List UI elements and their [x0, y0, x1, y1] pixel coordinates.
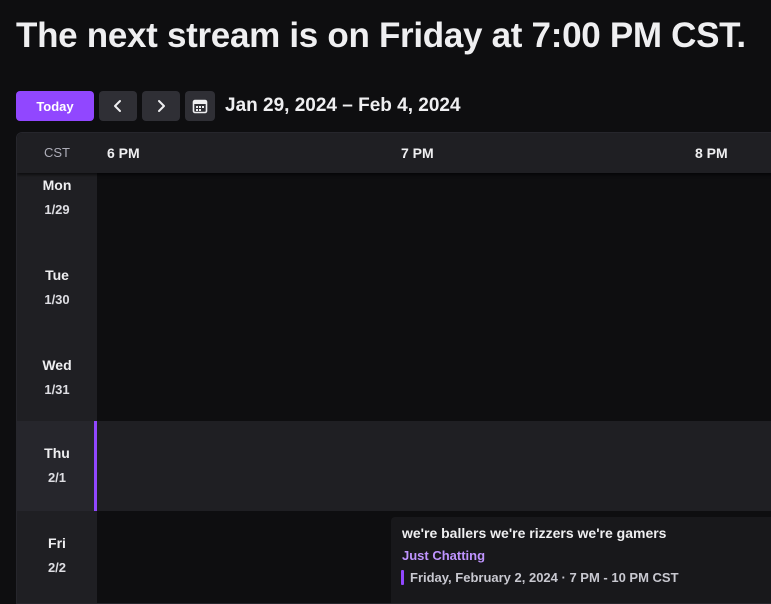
chevron-right-icon	[158, 100, 165, 112]
previous-week-button[interactable]	[99, 91, 137, 121]
day-name: Thu	[44, 445, 70, 461]
next-week-button[interactable]	[142, 91, 180, 121]
event-title: we're ballers we're rizzers we're gamers	[402, 525, 667, 541]
day-row-label: Fri 2/2	[17, 511, 97, 603]
schedule-calendar: CST 6 PM 7 PM 8 PM Mon 1/29 Tue 1/30 Wed…	[16, 132, 771, 604]
day-name: Mon	[42, 177, 72, 193]
day-date: 2/2	[47, 560, 67, 575]
day-date: 1/31	[44, 382, 70, 397]
day-name: Wed	[42, 357, 72, 373]
timezone-label: CST	[44, 145, 70, 160]
current-time-indicator	[94, 421, 97, 511]
hour-label: 6 PM	[107, 145, 140, 161]
day-date: 1/30	[44, 292, 70, 307]
day-name: Fri	[48, 535, 66, 551]
day-row-label: Tue 1/30	[17, 253, 97, 343]
day-row-label: Wed 1/31	[17, 343, 97, 421]
chevron-left-icon	[114, 100, 121, 112]
hour-label: 7 PM	[401, 145, 434, 161]
day-row-label-today: Thu 2/1	[17, 421, 97, 511]
day-date: 2/1	[47, 470, 67, 485]
today-row	[97, 421, 771, 511]
page-headline: The next stream is on Friday at 7:00 PM …	[16, 16, 746, 55]
event-category-link[interactable]: Just Chatting	[402, 548, 485, 563]
calendar-toolbar: Today Jan 29, 2024 – Feb 4, 2024	[16, 91, 461, 121]
hour-label: 8 PM	[695, 145, 728, 161]
event-time: Friday, February 2, 2024 · 7 PM - 10 PM …	[410, 570, 679, 585]
event-time-marker	[401, 570, 404, 585]
today-button[interactable]: Today	[16, 91, 94, 121]
day-date: 1/29	[44, 202, 70, 217]
date-range-label: Jan 29, 2024 – Feb 4, 2024	[225, 95, 461, 116]
date-picker-button[interactable]	[185, 91, 215, 121]
calendar-header: CST 6 PM 7 PM 8 PM	[17, 133, 771, 173]
day-row-label: Mon 1/29	[17, 173, 97, 253]
day-name: Tue	[45, 267, 69, 283]
calendar-icon	[192, 99, 208, 114]
